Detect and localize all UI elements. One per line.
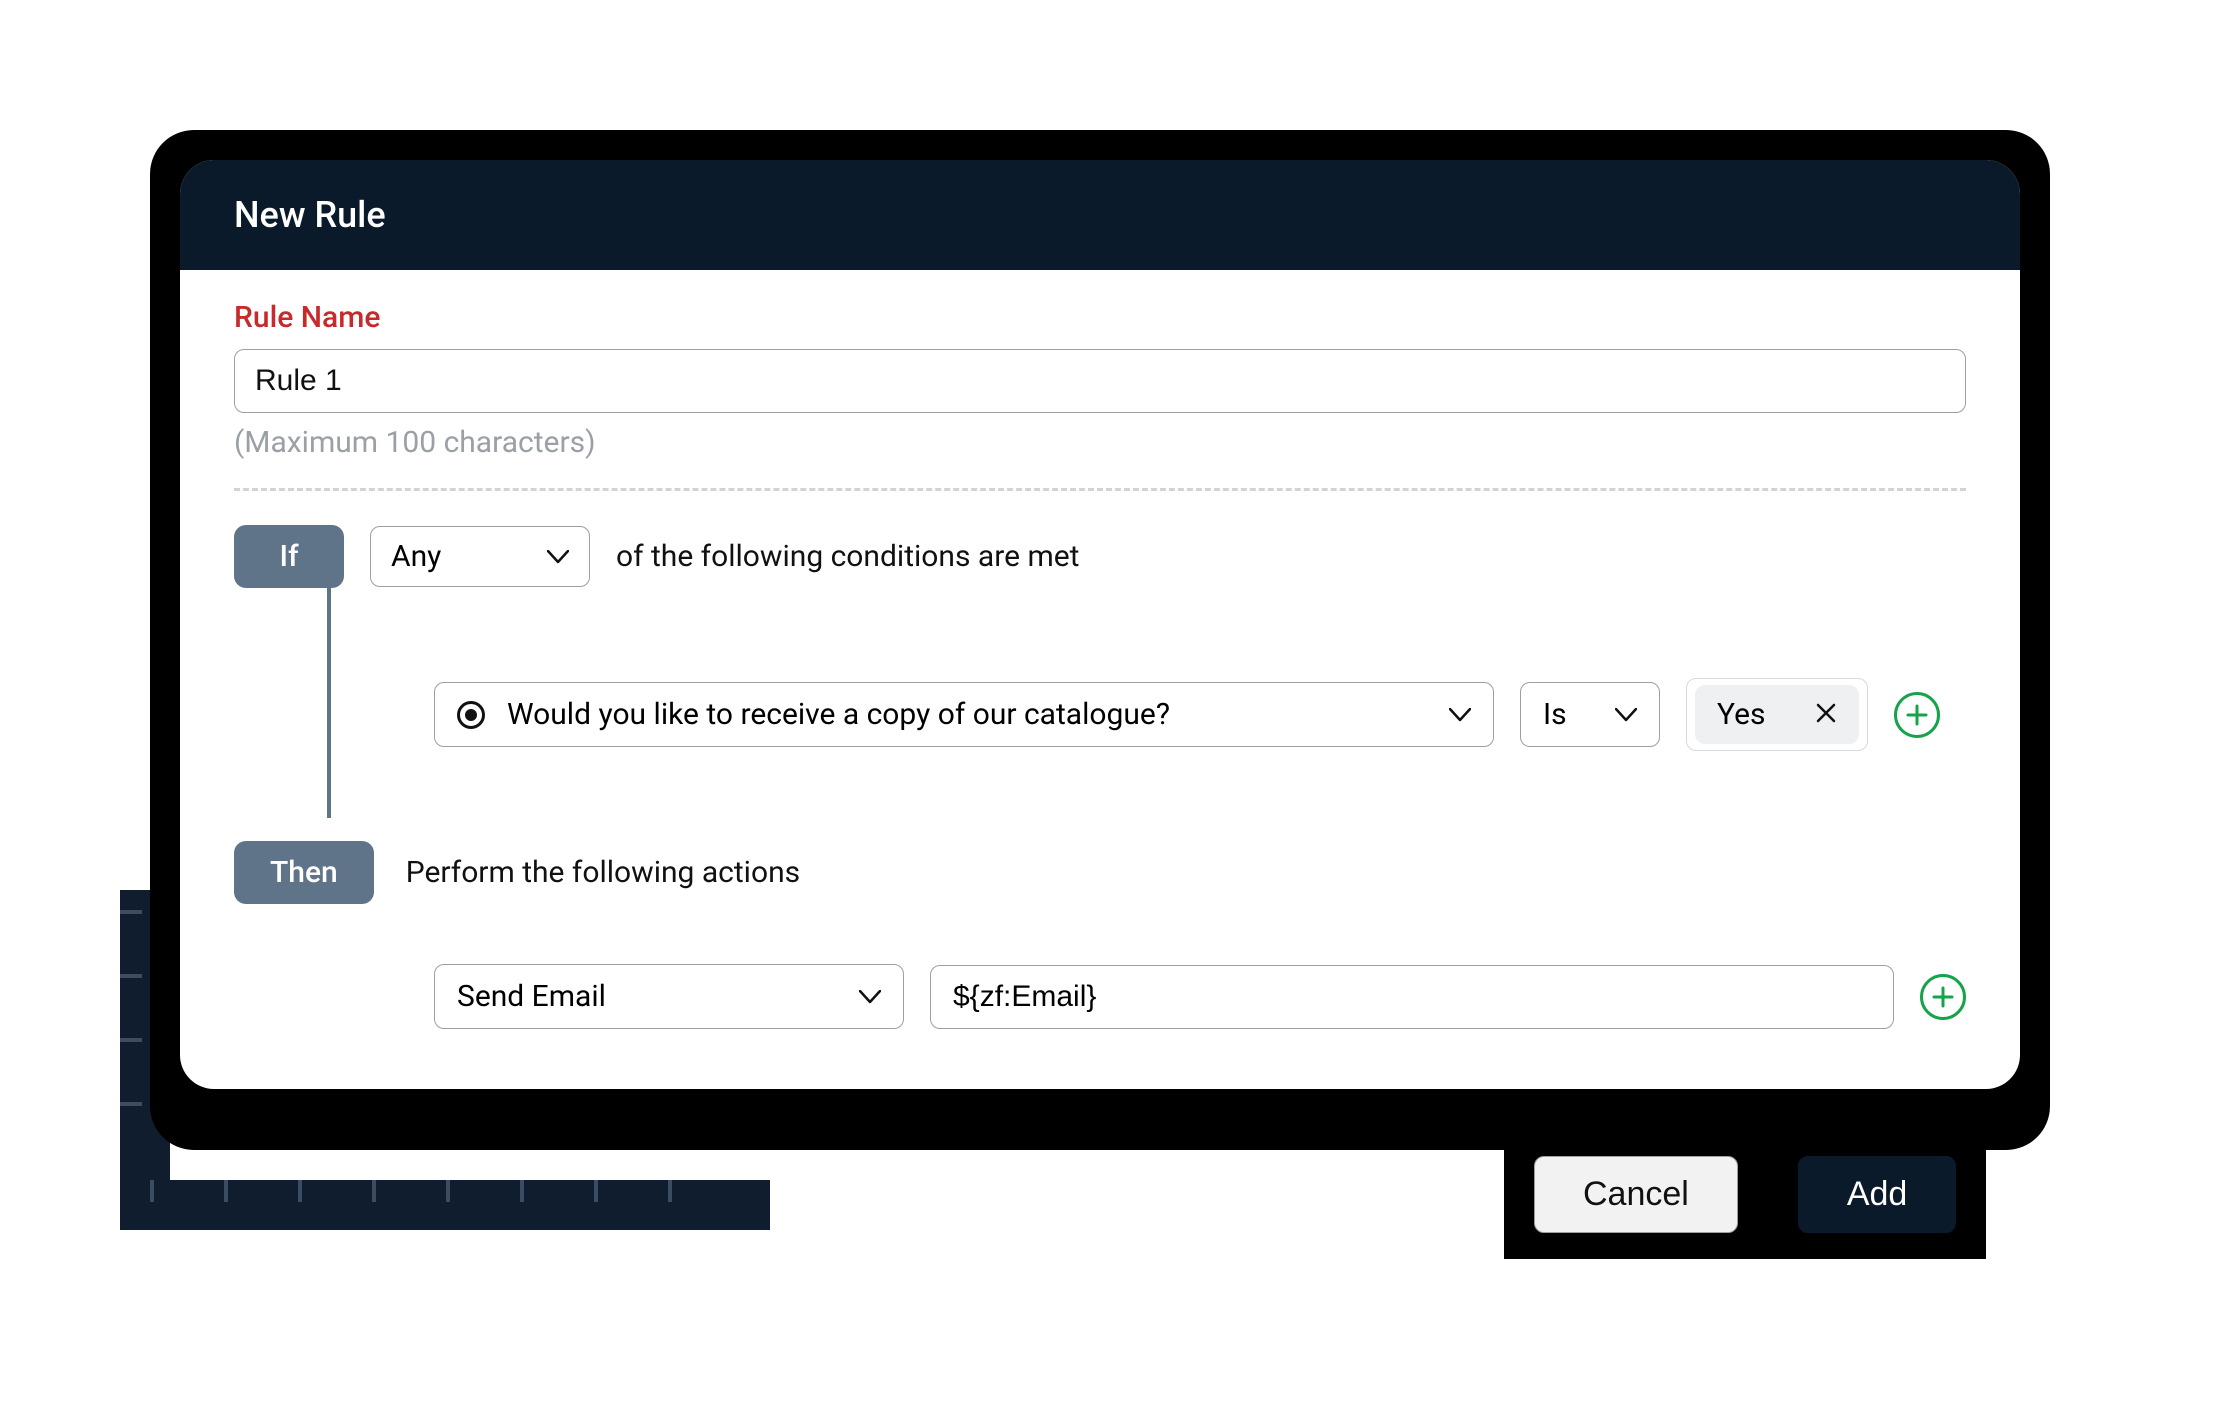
radio-icon: [457, 701, 485, 729]
new-rule-dialog: New Rule Rule Name (Maximum 100 characte…: [180, 160, 2020, 1089]
cancel-button[interactable]: Cancel: [1534, 1156, 1738, 1233]
match-mode-select[interactable]: Any: [370, 526, 590, 587]
condition-operator-select[interactable]: Is: [1520, 682, 1660, 747]
chevron-down-icon: [859, 990, 881, 1004]
action-row: Send Email: [434, 964, 1966, 1029]
horizontal-ruler: [130, 1180, 770, 1230]
chevron-down-icon: [547, 550, 569, 564]
condition-value-text: Yes: [1717, 697, 1765, 732]
add-button[interactable]: Add: [1798, 1156, 1957, 1233]
action-value-input[interactable]: [930, 965, 1894, 1029]
chevron-down-icon: [1615, 708, 1637, 722]
add-button-frame: Add: [1768, 1130, 1987, 1259]
chevron-down-icon: [1449, 708, 1471, 722]
if-row: If Any of the following conditions are m…: [234, 525, 1966, 588]
condition-field-value: Would you like to receive a copy of our …: [507, 697, 1170, 732]
rule-name-label: Rule Name: [234, 300, 1966, 335]
rule-name-input[interactable]: [234, 349, 1966, 413]
dialog-title: New Rule: [180, 160, 2020, 270]
action-type-select[interactable]: Send Email: [434, 964, 904, 1029]
then-pill: Then: [234, 841, 374, 904]
if-pill: If: [234, 525, 344, 588]
rule-name-helper: (Maximum 100 characters): [234, 425, 1966, 460]
then-row: Then Perform the following actions: [234, 841, 1966, 904]
remove-chip-icon[interactable]: [1815, 700, 1837, 730]
cancel-button-frame: Cancel: [1504, 1130, 1768, 1259]
then-label: Perform the following actions: [406, 855, 800, 890]
add-condition-button[interactable]: [1894, 692, 1940, 738]
condition-row: Would you like to receive a copy of our …: [434, 678, 1966, 751]
condition-field-select[interactable]: Would you like to receive a copy of our …: [434, 682, 1494, 747]
if-suffix-text: of the following conditions are met: [616, 539, 1080, 574]
divider: [234, 488, 1966, 491]
add-action-button[interactable]: [1920, 974, 1966, 1020]
flow-connector: [327, 588, 331, 818]
match-mode-value: Any: [391, 539, 441, 574]
action-type-value: Send Email: [457, 979, 606, 1014]
condition-operator-value: Is: [1543, 697, 1567, 732]
condition-value-chip[interactable]: Yes: [1695, 685, 1859, 744]
